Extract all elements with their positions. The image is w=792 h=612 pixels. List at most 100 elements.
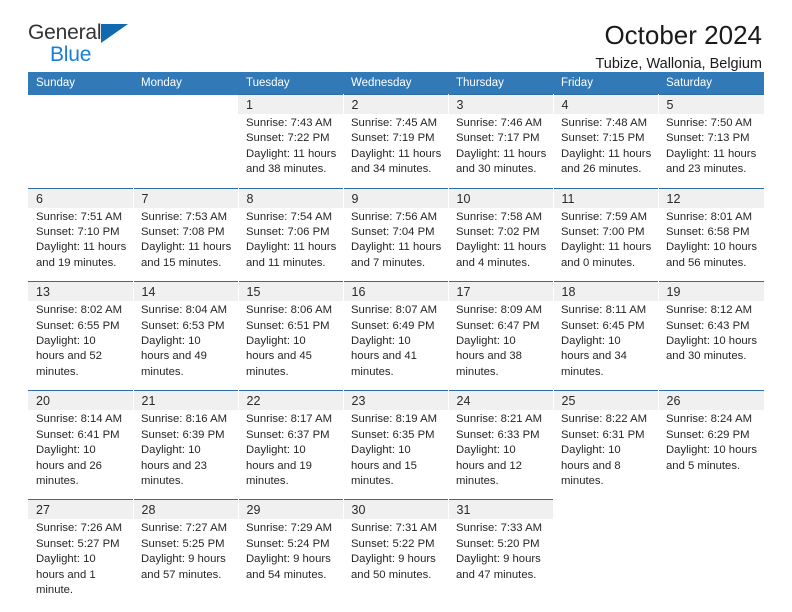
day-number[interactable]: 10 [448,187,554,208]
day-detail: Sunrise: 7:43 AM Sunset: 7:22 PM Dayligh… [238,114,343,189]
sunset-text: Sunset: 6:39 PM [141,428,225,441]
week-5-detail-row: Sunrise: 7:26 AM Sunset: 5:27 PM Dayligh… [28,519,764,609]
sunset-text: Sunset: 5:24 PM [246,537,330,550]
sunrise-text: Sunrise: 7:43 AM [246,117,333,129]
day-number[interactable]: 31 [448,499,554,520]
sunset-text: Sunset: 6:55 PM [36,319,120,332]
day-detail: Sunrise: 7:56 AM Sunset: 7:04 PM Dayligh… [343,207,448,282]
day-number[interactable]: 4 [553,94,659,114]
day-number[interactable]: 15 [238,281,344,302]
weekday-header-friday: Friday [553,72,658,95]
day-cell-empty [553,499,658,520]
daylight-text: Daylight: 10 hours and 45 minutes. [246,335,312,378]
day-number[interactable]: 11 [553,187,659,208]
day-number[interactable]: 12 [658,187,765,208]
page-title: October 2024 [604,20,762,50]
day-detail: Sunrise: 8:21 AM Sunset: 6:33 PM Dayligh… [448,410,553,500]
day-cell-empty [658,499,764,520]
sunrise-text: Sunrise: 7:53 AM [141,210,228,223]
day-number[interactable]: 22 [238,390,344,411]
day-number[interactable]: 13 [28,281,134,302]
day-number[interactable]: 27 [28,499,134,520]
sunset-text: Sunset: 6:45 PM [561,319,645,332]
sunset-text: Sunset: 6:29 PM [666,428,750,441]
day-number[interactable]: 19 [658,281,765,302]
daylight-text: Daylight: 10 hours and 8 minutes. [561,444,621,487]
sunset-text: Sunset: 6:31 PM [561,428,645,441]
week-4-detail-row: Sunrise: 8:14 AM Sunset: 6:41 PM Dayligh… [28,410,764,500]
day-number[interactable]: 24 [448,390,554,411]
day-number[interactable]: 7 [133,187,239,208]
day-number[interactable]: 18 [553,281,659,302]
sunset-text: Sunset: 7:04 PM [351,226,435,239]
day-number[interactable]: 17 [448,281,554,302]
week-5-daynumber-row: 27 28 29 30 31 [28,499,764,520]
day-number[interactable]: 30 [343,499,449,520]
daylight-text: Daylight: 11 hours and 38 minutes. [246,147,337,176]
day-detail: Sunrise: 8:24 AM Sunset: 6:29 PM Dayligh… [658,410,764,500]
daylight-text: Daylight: 10 hours and 49 minutes. [141,335,207,378]
daylight-text: Daylight: 9 hours and 50 minutes. [351,553,436,581]
sunrise-text: Sunrise: 8:04 AM [141,304,228,317]
day-number[interactable]: 14 [133,281,239,302]
daylight-text: Daylight: 11 hours and 19 minutes. [36,241,127,269]
daylight-text: Daylight: 11 hours and 4 minutes. [456,241,547,269]
daylight-text: Daylight: 11 hours and 11 minutes. [246,241,337,269]
sunrise-text: Sunrise: 7:27 AM [141,522,228,535]
day-number[interactable]: 2 [343,94,449,114]
sunset-text: Sunset: 7:17 PM [456,132,540,145]
sunset-text: Sunset: 7:10 PM [36,226,120,239]
daylight-text: Daylight: 10 hours and 1 minute. [36,553,96,596]
day-number[interactable]: 20 [28,390,134,411]
sunrise-text: Sunrise: 7:51 AM [36,210,123,223]
day-detail: Sunrise: 8:06 AM Sunset: 6:51 PM Dayligh… [238,301,343,391]
day-number[interactable]: 5 [658,94,765,114]
weekday-header-monday: Monday [133,72,238,95]
day-number[interactable]: 16 [343,281,449,302]
day-detail: Sunrise: 8:07 AM Sunset: 6:49 PM Dayligh… [343,301,448,391]
day-detail: Sunrise: 7:46 AM Sunset: 7:17 PM Dayligh… [448,114,553,189]
sunrise-text: Sunrise: 7:29 AM [246,522,333,535]
day-number[interactable]: 3 [448,94,554,114]
daylight-text: Daylight: 10 hours and 38 minutes. [456,335,522,378]
day-number[interactable]: 1 [238,94,344,114]
day-detail: Sunrise: 8:22 AM Sunset: 6:31 PM Dayligh… [553,410,658,500]
daylight-text: Daylight: 9 hours and 57 minutes. [141,553,226,581]
daylight-text: Daylight: 11 hours and 30 minutes. [456,147,547,176]
daylight-text: Daylight: 11 hours and 23 minutes. [666,147,757,176]
daylight-text: Daylight: 10 hours and 41 minutes. [351,335,417,378]
day-number[interactable]: 29 [238,499,344,520]
generalblue-logo: General Blue [28,22,148,70]
daylight-text: Daylight: 10 hours and 5 minutes. [666,444,758,472]
day-detail: Sunrise: 7:59 AM Sunset: 7:00 PM Dayligh… [553,207,658,282]
sunrise-text: Sunrise: 8:09 AM [456,304,543,317]
sunset-text: Sunset: 5:27 PM [36,537,120,550]
logo-text-general: General [28,21,102,44]
sunset-text: Sunset: 7:00 PM [561,226,645,239]
day-number[interactable]: 23 [343,390,449,411]
sunrise-text: Sunrise: 8:01 AM [666,210,753,223]
day-number[interactable]: 28 [133,499,239,520]
day-number[interactable]: 9 [343,187,449,208]
day-detail: Sunrise: 7:26 AM Sunset: 5:27 PM Dayligh… [28,519,133,609]
sunset-text: Sunset: 6:47 PM [456,319,540,332]
day-detail-empty [133,114,238,189]
daylight-text: Daylight: 11 hours and 7 minutes. [351,241,442,269]
day-number[interactable]: 8 [238,187,344,208]
day-number[interactable]: 21 [133,390,239,411]
sunrise-text: Sunrise: 7:31 AM [351,522,438,535]
day-number[interactable]: 26 [658,390,765,411]
day-number[interactable]: 6 [28,187,134,208]
day-detail: Sunrise: 8:01 AM Sunset: 6:58 PM Dayligh… [658,207,764,282]
sunrise-text: Sunrise: 7:58 AM [456,210,543,223]
sunrise-text: Sunrise: 7:33 AM [456,522,543,535]
sunset-text: Sunset: 7:19 PM [351,132,435,145]
sunrise-text: Sunrise: 8:07 AM [351,304,438,317]
day-number[interactable]: 25 [553,390,659,411]
day-detail: Sunrise: 7:33 AM Sunset: 5:20 PM Dayligh… [448,519,553,609]
sunset-text: Sunset: 6:37 PM [246,428,330,441]
day-detail: Sunrise: 8:09 AM Sunset: 6:47 PM Dayligh… [448,301,553,391]
sunrise-text: Sunrise: 8:12 AM [666,304,753,317]
sunrise-text: Sunrise: 8:17 AM [246,413,333,426]
calendar-grid: Sunday Monday Tuesday Wednesday Thursday… [28,72,765,609]
